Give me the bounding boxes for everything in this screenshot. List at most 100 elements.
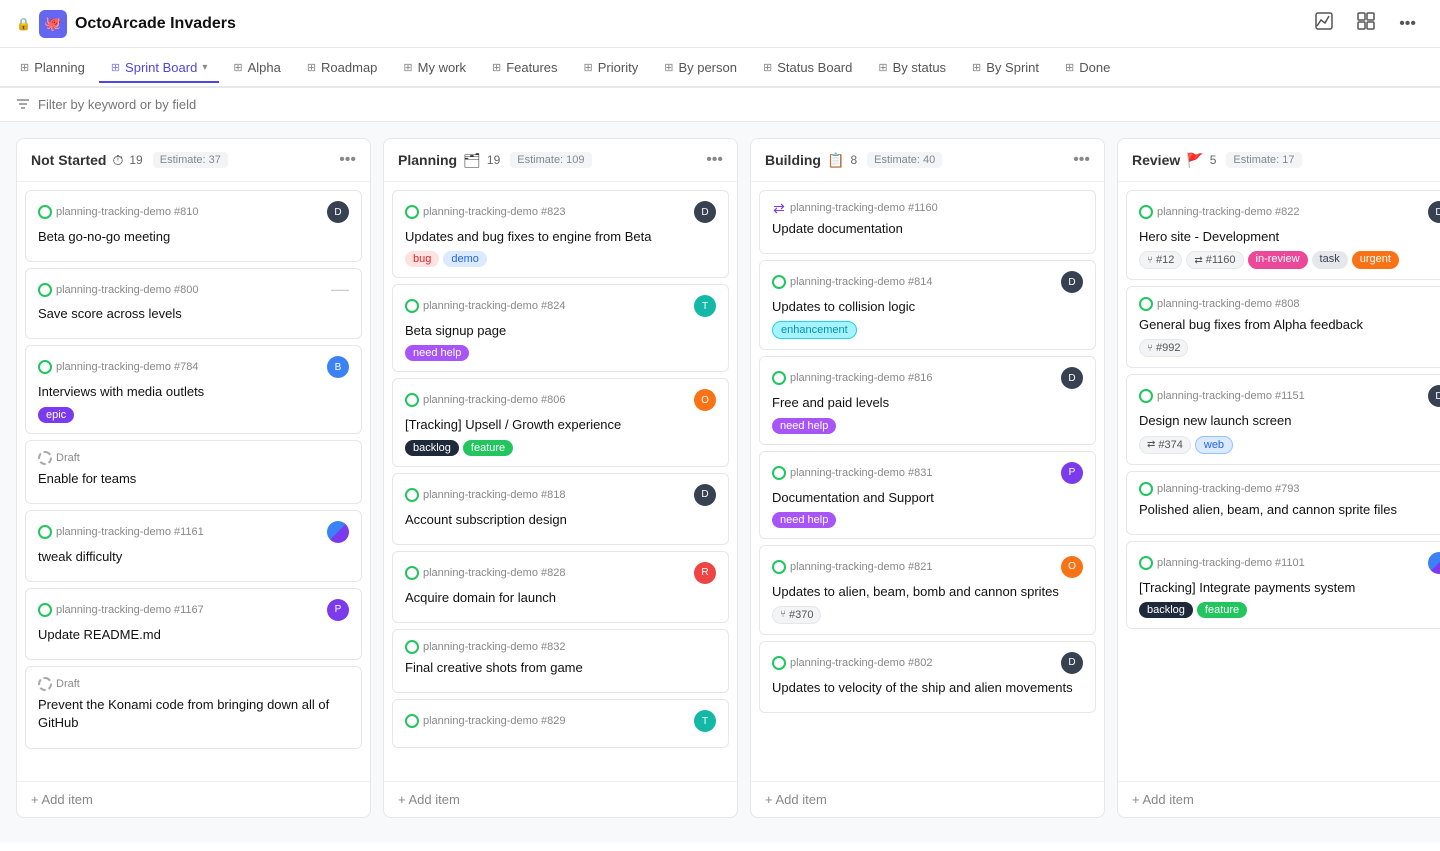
card[interactable]: planning-tracking-demo #814 D Updates to…: [759, 260, 1096, 350]
more-options-btn[interactable]: •••: [1391, 11, 1424, 37]
tab-label-planning: Planning: [34, 60, 85, 75]
tab-planning[interactable]: ⊞Planning: [8, 54, 97, 83]
card-id: planning-tracking-demo #824: [405, 299, 565, 313]
card[interactable]: planning-tracking-demo #831 P Documentat…: [759, 451, 1096, 539]
card-title: Update documentation: [772, 220, 1083, 238]
card[interactable]: planning-tracking-demo #822 D Hero site …: [1126, 190, 1440, 280]
avatar: R: [694, 562, 716, 584]
status-icon: [772, 466, 786, 480]
tag-web: web: [1195, 436, 1233, 454]
avatar: T: [694, 710, 716, 732]
col-count-planning: 19: [487, 153, 500, 167]
tab-alpha[interactable]: ⊞Alpha: [221, 54, 292, 83]
card[interactable]: planning-tracking-demo #1151 D Design ne…: [1126, 374, 1440, 464]
card[interactable]: Draft Prevent the Konami code from bring…: [25, 666, 362, 748]
col-title-review: Review: [1132, 152, 1180, 168]
card[interactable]: planning-tracking-demo #1161 tweak diffi…: [25, 510, 362, 582]
card[interactable]: Draft Enable for teams: [25, 440, 362, 504]
col-menu-not-started[interactable]: •••: [339, 151, 356, 169]
card-id-text: planning-tracking-demo #1160: [790, 202, 938, 214]
tab-by-sprint[interactable]: ⊞By Sprint: [960, 54, 1051, 83]
avatar: P: [327, 599, 349, 621]
card[interactable]: planning-tracking-demo #808 General bug …: [1126, 286, 1440, 368]
card-title: tweak difficulty: [38, 548, 349, 566]
card-id-text: planning-tracking-demo #802: [790, 657, 932, 669]
card[interactable]: planning-tracking-demo #816 D Free and p…: [759, 356, 1096, 444]
card-meta: planning-tracking-demo #821 O: [772, 556, 1083, 578]
card[interactable]: planning-tracking-demo #800 — Save score…: [25, 268, 362, 339]
card-tags: need help: [772, 512, 1083, 528]
tab-done[interactable]: ⊞Done: [1053, 54, 1122, 83]
tab-icon-by-sprint: ⊞: [972, 61, 981, 74]
col-emoji-review: 🚩: [1186, 152, 1203, 169]
card[interactable]: planning-tracking-demo #1101 [Tracking] …: [1126, 541, 1440, 629]
tab-label-alpha: Alpha: [248, 60, 281, 75]
tab-status-board[interactable]: ⊞Status Board: [751, 54, 864, 83]
tab-by-person[interactable]: ⊞ By person: [652, 54, 749, 83]
tab-label-by-status: By status: [893, 60, 946, 75]
card-id-text: planning-tracking-demo #1161: [56, 526, 204, 538]
col-menu-building[interactable]: •••: [1073, 151, 1090, 169]
card-id: planning-tracking-demo #832: [405, 640, 565, 654]
card-tags: enhancement: [772, 321, 1083, 339]
chart-icon-btn[interactable]: [1307, 8, 1341, 39]
card[interactable]: planning-tracking-demo #824 T Beta signu…: [392, 284, 729, 372]
card[interactable]: ⇄ planning-tracking-demo #1160 Update do…: [759, 190, 1096, 254]
card[interactable]: planning-tracking-demo #821 O Updates to…: [759, 545, 1096, 635]
card[interactable]: planning-tracking-demo #793 Polished ali…: [1126, 471, 1440, 535]
card-id: planning-tracking-demo #1167: [38, 603, 204, 617]
card[interactable]: planning-tracking-demo #823 D Updates an…: [392, 190, 729, 278]
filter-bar: [0, 88, 1440, 122]
filter-input[interactable]: [38, 97, 1424, 112]
card[interactable]: planning-tracking-demo #784 B Interviews…: [25, 345, 362, 433]
status-icon: [1139, 297, 1153, 311]
card-meta: planning-tracking-demo #793: [1139, 482, 1440, 496]
status-icon: [405, 566, 419, 580]
tab-icon-my-work: ⊞: [403, 61, 412, 74]
avatar: [327, 521, 349, 543]
tab-roadmap[interactable]: ⊞Roadmap: [295, 54, 390, 83]
card-id-text: planning-tracking-demo #821: [790, 561, 932, 573]
tab-by-status[interactable]: ⊞By status: [866, 54, 958, 83]
card-meta: planning-tracking-demo #829 T: [405, 710, 716, 732]
card-tags: ⑂#992: [1139, 339, 1440, 357]
add-item-not-started: + Add item: [17, 781, 370, 817]
card-title: Account subscription design: [405, 511, 716, 529]
card[interactable]: planning-tracking-demo #828 R Acquire do…: [392, 551, 729, 623]
col-title-not-started: Not Started: [31, 152, 106, 168]
tab-dropdown-sprint-board[interactable]: ▾: [202, 62, 207, 73]
card-id: planning-tracking-demo #1151: [1139, 389, 1305, 403]
tab-label-by-person: By person: [678, 60, 737, 75]
card-meta: planning-tracking-demo #808: [1139, 297, 1440, 311]
status-icon: [1139, 205, 1153, 219]
card-meta: planning-tracking-demo #806 O: [405, 389, 716, 411]
add-item-btn-building[interactable]: + Add item: [765, 792, 827, 807]
card[interactable]: planning-tracking-demo #806 O [Tracking]…: [392, 378, 729, 466]
add-item-btn-planning[interactable]: + Add item: [398, 792, 460, 807]
lock-icon: 🔒: [16, 17, 31, 31]
avatar: D: [1428, 201, 1440, 223]
status-icon: [405, 714, 419, 728]
tab-sprint-board[interactable]: ⊞Sprint Board▾: [99, 54, 220, 83]
card[interactable]: planning-tracking-demo #818 D Account su…: [392, 473, 729, 545]
tab-icon-by-person: ⊞: [664, 61, 673, 74]
card-id-text: Draft: [56, 678, 80, 690]
card-meta: planning-tracking-demo #784 B: [38, 356, 349, 378]
card[interactable]: planning-tracking-demo #802 D Updates to…: [759, 641, 1096, 713]
add-item-btn-not-started[interactable]: + Add item: [31, 792, 93, 807]
avatar: O: [694, 389, 716, 411]
card-id: planning-tracking-demo #810: [38, 205, 198, 219]
tab-features[interactable]: ⊞Features: [480, 54, 570, 83]
card[interactable]: planning-tracking-demo #810 D Beta go-no…: [25, 190, 362, 262]
tab-priority[interactable]: ⊞Priority: [572, 54, 651, 83]
card[interactable]: planning-tracking-demo #829 T: [392, 699, 729, 748]
top-bar-left: 🔒 🐙 OctoArcade Invaders: [16, 10, 1307, 38]
layout-icon-btn[interactable]: [1349, 8, 1383, 39]
add-item-btn-review[interactable]: + Add item: [1132, 792, 1194, 807]
tab-my-work[interactable]: ⊞My work: [391, 54, 478, 83]
avatar: T: [694, 295, 716, 317]
card[interactable]: planning-tracking-demo #832 Final creati…: [392, 629, 729, 693]
card[interactable]: planning-tracking-demo #1167 P Update RE…: [25, 588, 362, 660]
col-menu-planning[interactable]: •••: [706, 151, 723, 169]
card-title: Interviews with media outlets: [38, 383, 349, 401]
